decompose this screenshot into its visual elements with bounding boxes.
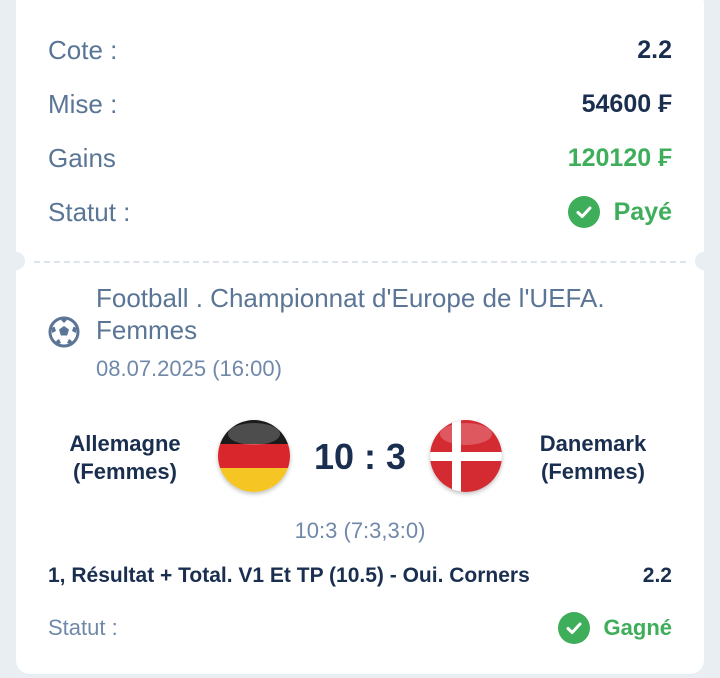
status-row: Statut : Payé <box>48 192 672 232</box>
status-value: Payé <box>613 197 672 226</box>
home-team-name: Allemagne (Femmes) <box>69 431 181 484</box>
bet-market: 1, Résultat + Total. V1 Et TP (10.5) - O… <box>48 564 530 587</box>
event-date: 08.07.2025 (16:00) <box>96 356 282 381</box>
winnings-value: 120120 ₣ <box>567 143 672 172</box>
germany-flag-icon <box>218 420 290 492</box>
bet-status-value: Gagné <box>603 615 672 640</box>
bet-status-row: Statut : Gagné <box>48 610 672 646</box>
odds-label: Cote : <box>48 34 118 65</box>
ticket-notch-right <box>695 252 713 270</box>
winnings-row: Gains 120120 ₣ <box>48 138 672 178</box>
detailed-score: 10:3 (7:3,3:0) <box>294 518 426 543</box>
check-circle-icon <box>567 196 600 228</box>
stake-value: 54600 ₣ <box>581 89 672 118</box>
stake-row: Mise : 54600 ₣ <box>48 84 672 124</box>
odds-row: Cote : 2.2 <box>48 30 672 70</box>
stake-label: Mise : <box>48 88 118 119</box>
bet-status-won: Gagné <box>557 612 672 644</box>
bet-selection-row: 1, Résultat + Total. V1 Et TP (10.5) - O… <box>48 564 672 588</box>
check-circle-icon <box>557 612 590 644</box>
ticket-notch-left <box>7 252 25 270</box>
ticket-divider <box>34 261 686 263</box>
event-title[interactable]: Football . Championnat d'Europe de l'UEF… <box>96 282 666 346</box>
bet-odds: 2.2 <box>642 564 672 587</box>
odds-value: 2.2 <box>637 35 672 64</box>
football-icon <box>48 316 80 348</box>
away-team-name: Danemark (Femmes) <box>539 431 647 484</box>
denmark-flag-icon <box>430 420 502 492</box>
winnings-label: Gains <box>48 142 116 173</box>
status-label: Statut : <box>48 196 131 227</box>
status-paid: Payé <box>567 196 672 228</box>
match-score: 10 : 3 <box>313 436 407 477</box>
bet-status-label: Statut : <box>48 615 118 640</box>
